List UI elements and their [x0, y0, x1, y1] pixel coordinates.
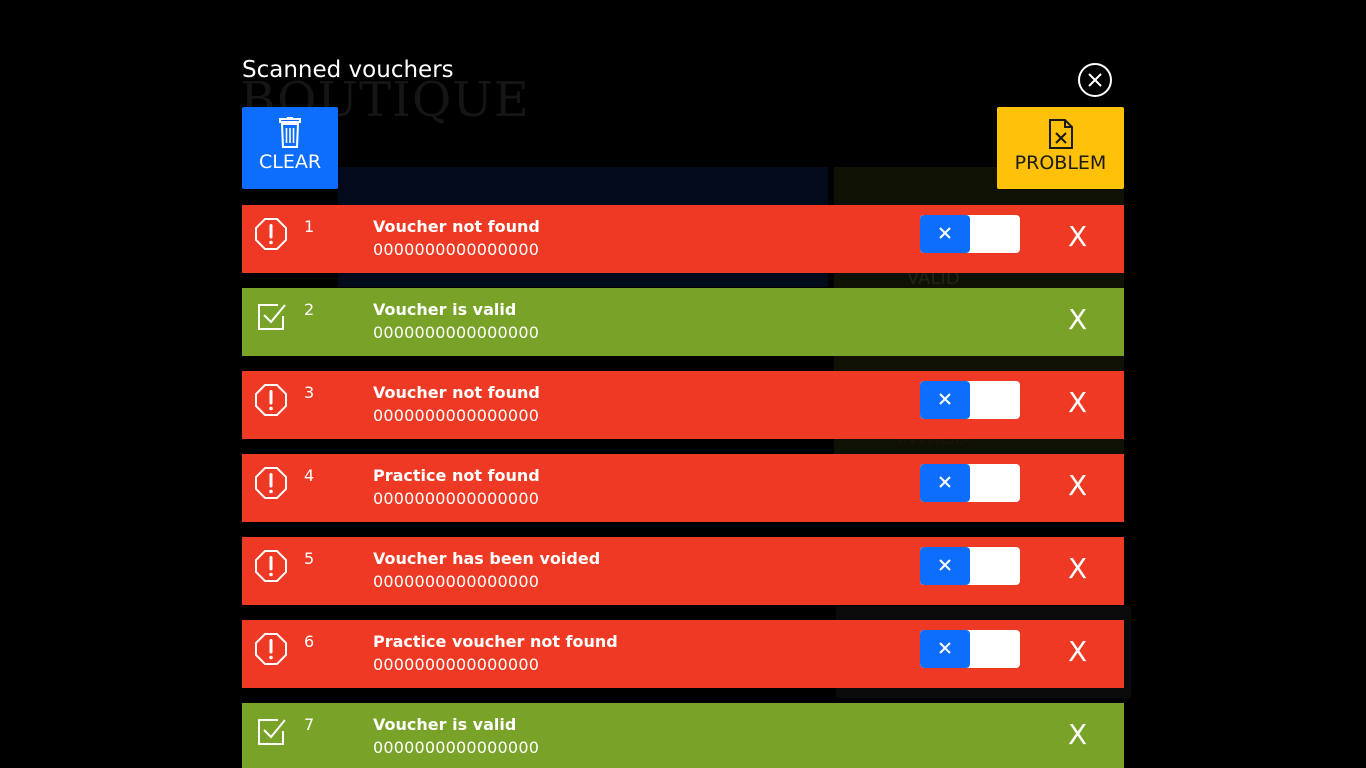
voucher-index: 7	[304, 715, 315, 734]
voucher-code: 0000000000000000	[373, 406, 540, 425]
voucher-row-2: 2 Voucher is valid 0000000000000000 X	[242, 288, 1124, 356]
voucher-index: 1	[304, 217, 315, 236]
voucher-row-7: 7 Voucher is valid 0000000000000000 X	[242, 703, 1124, 768]
problem-toggle[interactable]	[920, 215, 1020, 253]
close-icon	[938, 474, 952, 493]
voucher-code: 0000000000000000	[373, 738, 540, 757]
voucher-status-title: Practice not found	[373, 466, 540, 485]
voucher-index: 6	[304, 632, 315, 651]
remove-voucher-button[interactable]: X	[1068, 306, 1087, 334]
close-icon	[938, 225, 952, 244]
voucher-status-title: Voucher not found	[373, 217, 540, 236]
close-button[interactable]	[1078, 63, 1112, 97]
toggle-knob	[920, 381, 970, 419]
voucher-status-title: Practice voucher not found	[373, 632, 618, 651]
voucher-code: 0000000000000000	[373, 489, 540, 508]
trash-icon	[279, 117, 301, 148]
check-square-icon	[254, 715, 288, 749]
remove-voucher-button[interactable]: X	[1068, 638, 1087, 666]
voucher-index: 2	[304, 300, 315, 319]
close-icon	[938, 557, 952, 576]
alert-octagon-icon	[254, 632, 288, 666]
voucher-status-title: Voucher is valid	[373, 715, 517, 734]
file-x-icon	[1048, 119, 1073, 149]
remove-voucher-button[interactable]: X	[1068, 223, 1087, 251]
clear-button-label: CLEAR	[258, 151, 322, 173]
voucher-row-4: 4 Practice not found 0000000000000000 X	[242, 454, 1124, 522]
voucher-status-title: Voucher is valid	[373, 300, 517, 319]
alert-octagon-icon	[254, 217, 288, 251]
problem-button-label: PROBLEM	[1014, 152, 1107, 174]
problem-toggle[interactable]	[920, 381, 1020, 419]
voucher-code: 0000000000000000	[373, 572, 540, 591]
voucher-row-6: 6 Practice voucher not found 00000000000…	[242, 620, 1124, 688]
voucher-code: 0000000000000000	[373, 655, 540, 674]
close-icon	[1088, 73, 1102, 87]
voucher-list: 1 Voucher not found 0000000000000000 X 2…	[242, 205, 1124, 768]
voucher-row-5: 5 Voucher has been voided 00000000000000…	[242, 537, 1124, 605]
remove-voucher-button[interactable]: X	[1068, 472, 1087, 500]
alert-octagon-icon	[254, 466, 288, 500]
voucher-status-title: Voucher has been voided	[373, 549, 601, 568]
scanned-vouchers-modal: Scanned vouchers CLEAR PROBLEM 1 Voucher	[0, 0, 1366, 768]
problem-toggle[interactable]	[920, 547, 1020, 585]
alert-octagon-icon	[254, 549, 288, 583]
toggle-knob	[920, 630, 970, 668]
voucher-row-3: 3 Voucher not found 0000000000000000 X	[242, 371, 1124, 439]
remove-voucher-button[interactable]: X	[1068, 555, 1087, 583]
voucher-row-1: 1 Voucher not found 0000000000000000 X	[242, 205, 1124, 273]
modal-title: Scanned vouchers	[242, 57, 454, 83]
toggle-knob	[920, 464, 970, 502]
toggle-knob	[920, 547, 970, 585]
toggle-knob	[920, 215, 970, 253]
voucher-code: 0000000000000000	[373, 240, 540, 259]
problem-button[interactable]: PROBLEM	[997, 107, 1124, 189]
problem-toggle[interactable]	[920, 630, 1020, 668]
voucher-status-title: Voucher not found	[373, 383, 540, 402]
voucher-code: 0000000000000000	[373, 323, 540, 342]
remove-voucher-button[interactable]: X	[1068, 389, 1087, 417]
alert-octagon-icon	[254, 383, 288, 417]
close-icon	[938, 391, 952, 410]
problem-toggle[interactable]	[920, 464, 1020, 502]
voucher-index: 4	[304, 466, 315, 485]
check-square-icon	[254, 300, 288, 334]
close-icon	[938, 640, 952, 659]
remove-voucher-button[interactable]: X	[1068, 721, 1087, 749]
voucher-index: 3	[304, 383, 315, 402]
voucher-index: 5	[304, 549, 315, 568]
clear-button[interactable]: CLEAR	[242, 107, 338, 189]
